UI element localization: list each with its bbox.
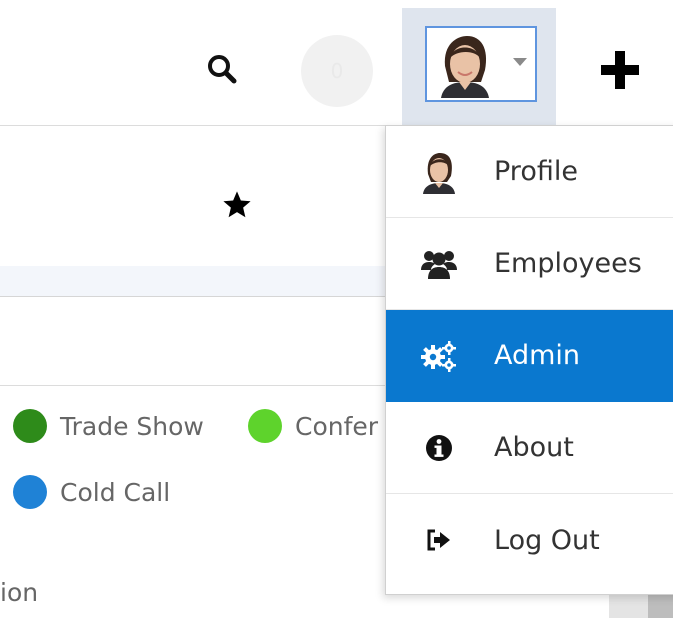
legend-label: Trade Show: [60, 411, 204, 441]
user-avatar-button[interactable]: [425, 26, 537, 102]
menu-item-label: Profile: [494, 156, 578, 187]
legend-item-cold-call: Cold Call: [13, 475, 170, 509]
menu-item-label: Employees: [494, 248, 642, 279]
table-header-band: [0, 266, 400, 297]
menu-item-label: About: [494, 432, 574, 463]
users-icon: [419, 244, 459, 284]
menu-item-employees[interactable]: Employees: [386, 218, 673, 310]
user-avatar-icon: [431, 30, 499, 98]
add-icon[interactable]: [598, 48, 642, 92]
scrollbar-thumb[interactable]: [648, 594, 673, 618]
menu-item-label: Admin: [494, 340, 581, 371]
notification-badge[interactable]: 0: [301, 35, 373, 107]
divider: [0, 385, 400, 386]
chevron-down-icon: [513, 58, 527, 66]
truncated-label: ion: [0, 578, 39, 607]
legend-dot: [248, 409, 282, 443]
search-icon[interactable]: [203, 50, 243, 90]
legend-item-trade-show: Trade Show: [13, 409, 204, 443]
user-dropdown-menu: Profile Employees Admin About Log Out: [385, 125, 673, 595]
menu-item-profile[interactable]: Profile: [386, 126, 673, 218]
legend-dot: [13, 475, 47, 509]
divider: [0, 125, 402, 126]
notification-count: 0: [330, 59, 344, 83]
info-circle-icon: [419, 428, 459, 468]
star-icon[interactable]: [221, 189, 253, 221]
legend-label: Cold Call: [60, 477, 171, 507]
legend-item-confer: Confer: [248, 409, 378, 443]
sign-out-icon: [419, 520, 459, 560]
legend-label: Confer: [295, 411, 379, 441]
menu-item-admin[interactable]: Admin: [386, 310, 673, 402]
user-avatar-icon: [419, 152, 459, 194]
gears-icon: [419, 336, 459, 376]
menu-item-log-out[interactable]: Log Out: [386, 494, 673, 586]
legend-dot: [13, 409, 47, 443]
menu-item-label: Log Out: [494, 524, 600, 556]
menu-item-about[interactable]: About: [386, 402, 673, 494]
